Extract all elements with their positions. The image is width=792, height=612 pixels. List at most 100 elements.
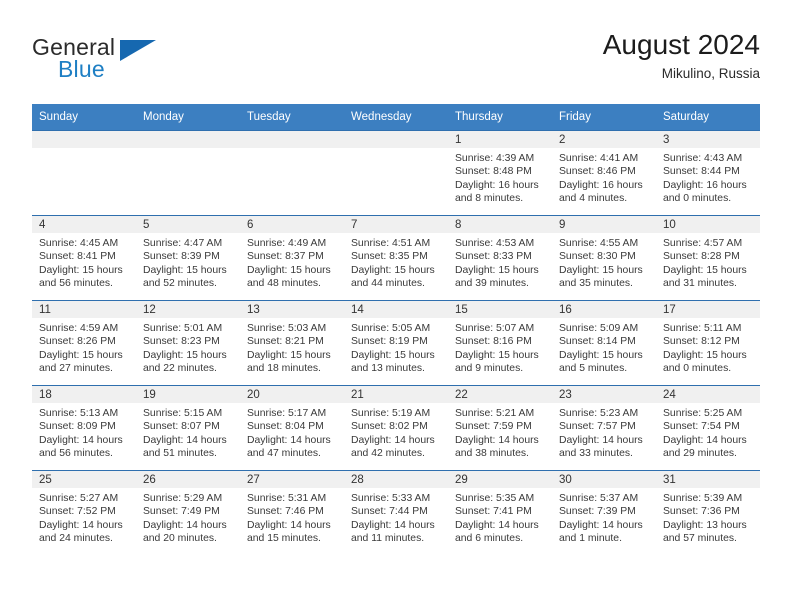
daylight-duration-line1: Daylight: 14 hours <box>455 434 539 446</box>
sunset-time: Sunset: 8:16 PM <box>455 336 532 348</box>
sunrise-time: Sunrise: 5:21 AM <box>455 408 535 419</box>
calendar-day-cell[interactable]: 1 Sunrise: 4:39 AM Sunset: 8:48 PM Daylight… <box>448 130 552 216</box>
calendar-day-cell[interactable]: 2 Sunrise: 4:41 AM Sunset: 8:46 PM Daylight… <box>552 130 656 216</box>
calendar-day-cell[interactable]: 17 Sunrise: 5:11 AM Sunset: 8:12 PM Dayligh… <box>656 300 760 386</box>
daylight-duration-line2: and 42 minutes. <box>351 448 425 460</box>
calendar-day-cell[interactable]: 25 Sunrise: 5:27 AM Sunset: 7:52 PM Dayligh… <box>32 470 136 555</box>
daylight-duration-line1: Daylight: 14 hours <box>39 519 123 531</box>
calendar-day-cell[interactable]: 18 Sunrise: 5:13 AM Sunset: 8:09 PM Dayligh… <box>32 385 136 471</box>
day-number: 2 <box>552 131 656 148</box>
calendar-day-cell[interactable]: 28 Sunrise: 5:33 AM Sunset: 7:44 PM Dayligh… <box>344 470 448 555</box>
calendar-day-cell[interactable]: 31 Sunrise: 5:39 AM Sunset: 7:36 PM Dayligh… <box>656 470 760 555</box>
day-number: 7 <box>344 216 448 233</box>
daylight-duration-line2: and 6 minutes. <box>455 533 524 545</box>
day-details: Sunrise: 5:13 AM Sunset: 8:09 PM Daylight:… <box>32 403 136 461</box>
sunrise-time: Sunrise: 5:35 AM <box>455 493 535 504</box>
calendar-day-cell[interactable]: 14 Sunrise: 5:05 AM Sunset: 8:19 PM Dayligh… <box>344 300 448 386</box>
sunset-time: Sunset: 7:57 PM <box>559 421 636 433</box>
calendar-day-cell[interactable]: 11 Sunrise: 4:59 AM Sunset: 8:26 PM Dayligh… <box>32 300 136 386</box>
daylight-duration-line1: Daylight: 15 hours <box>559 264 643 276</box>
page-subtitle: Mikulino, Russia <box>661 66 760 81</box>
daylight-duration-line1: Daylight: 14 hours <box>247 434 331 446</box>
calendar-day-cell[interactable]: 7 Sunrise: 4:51 AM Sunset: 8:35 PM Daylight… <box>344 215 448 301</box>
calendar-day-cell[interactable]: 16 Sunrise: 5:09 AM Sunset: 8:14 PM Dayligh… <box>552 300 656 386</box>
calendar-day-cell[interactable]: 8 Sunrise: 4:53 AM Sunset: 8:33 PM Daylight… <box>448 215 552 301</box>
weekday-header-friday: Friday <box>552 104 656 131</box>
day-details: Sunrise: 4:49 AM Sunset: 8:37 PM Daylight:… <box>240 233 344 291</box>
sunrise-time: Sunrise: 4:47 AM <box>143 238 223 249</box>
sunrise-time: Sunrise: 5:15 AM <box>143 408 223 419</box>
weekday-header-tuesday: Tuesday <box>240 104 344 131</box>
calendar-day-cell[interactable]: 10 Sunrise: 4:57 AM Sunset: 8:28 PM Dayligh… <box>656 215 760 301</box>
calendar-day-cell[interactable]: 15 Sunrise: 5:07 AM Sunset: 8:16 PM Dayligh… <box>448 300 552 386</box>
calendar-day-cell[interactable]: 29 Sunrise: 5:35 AM Sunset: 7:41 PM Dayligh… <box>448 470 552 555</box>
calendar-day-cell[interactable]: 6 Sunrise: 4:49 AM Sunset: 8:37 PM Daylight… <box>240 215 344 301</box>
sunset-time: Sunset: 8:35 PM <box>351 251 428 263</box>
day-details: Sunrise: 5:27 AM Sunset: 7:52 PM Daylight:… <box>32 488 136 546</box>
sunset-time: Sunset: 8:07 PM <box>143 421 220 433</box>
day-number: 22 <box>448 386 552 403</box>
sunrise-time: Sunrise: 4:51 AM <box>351 238 431 249</box>
day-number: 3 <box>656 131 760 148</box>
sunrise-time: Sunrise: 4:57 AM <box>663 238 743 249</box>
calendar-table: Sunday Monday Tuesday Wednesday Thursday… <box>32 104 760 555</box>
calendar-body: 1 Sunrise: 4:39 AM Sunset: 8:48 PM Daylight… <box>32 130 760 555</box>
daylight-duration-line2: and 29 minutes. <box>663 448 737 460</box>
calendar-day-cell[interactable]: 12 Sunrise: 5:01 AM Sunset: 8:23 PM Dayligh… <box>136 300 240 386</box>
calendar-day-cell[interactable]: 20 Sunrise: 5:17 AM Sunset: 8:04 PM Dayligh… <box>240 385 344 471</box>
sunset-time: Sunset: 7:49 PM <box>143 506 220 518</box>
day-details: Sunrise: 5:17 AM Sunset: 8:04 PM Daylight:… <box>240 403 344 461</box>
daylight-duration-line1: Daylight: 15 hours <box>39 349 123 361</box>
general-blue-logo[interactable]: General Blue <box>32 34 162 86</box>
calendar-day-cell[interactable]: 26 Sunrise: 5:29 AM Sunset: 7:49 PM Dayligh… <box>136 470 240 555</box>
calendar-day-cell[interactable]: 27 Sunrise: 5:31 AM Sunset: 7:46 PM Dayligh… <box>240 470 344 555</box>
calendar-day-cell[interactable]: 21 Sunrise: 5:19 AM Sunset: 8:02 PM Dayligh… <box>344 385 448 471</box>
daylight-duration-line2: and 13 minutes. <box>351 363 425 375</box>
day-number: 12 <box>136 301 240 318</box>
sunset-time: Sunset: 8:44 PM <box>663 166 740 178</box>
triangle-logo-icon <box>120 40 156 61</box>
daylight-duration-line2: and 1 minute. <box>559 533 622 545</box>
sunset-time: Sunset: 8:21 PM <box>247 336 324 348</box>
calendar-day-cell[interactable]: 3 Sunrise: 4:43 AM Sunset: 8:44 PM Daylight… <box>656 130 760 216</box>
daylight-duration-line2: and 48 minutes. <box>247 278 321 290</box>
day-number: 4 <box>32 216 136 233</box>
weekday-header-monday: Monday <box>136 104 240 131</box>
calendar-day-cell[interactable]: 4 Sunrise: 4:45 AM Sunset: 8:41 PM Daylight… <box>32 215 136 301</box>
calendar-day-cell[interactable]: 30 Sunrise: 5:37 AM Sunset: 7:39 PM Dayligh… <box>552 470 656 555</box>
calendar-day-cell[interactable]: 23 Sunrise: 5:23 AM Sunset: 7:57 PM Dayligh… <box>552 385 656 471</box>
daylight-duration-line2: and 44 minutes. <box>351 278 425 290</box>
daylight-duration-line2: and 24 minutes. <box>39 533 113 545</box>
day-number: 14 <box>344 301 448 318</box>
day-details: Sunrise: 5:05 AM Sunset: 8:19 PM Daylight:… <box>344 318 448 376</box>
calendar-day-cell[interactable]: 19 Sunrise: 5:15 AM Sunset: 8:07 PM Dayligh… <box>136 385 240 471</box>
daylight-duration-line1: Daylight: 15 hours <box>663 264 747 276</box>
daylight-duration-line2: and 0 minutes. <box>663 193 732 205</box>
calendar-day-cell[interactable]: 22 Sunrise: 5:21 AM Sunset: 7:59 PM Dayligh… <box>448 385 552 471</box>
calendar-day-cell-empty <box>240 130 344 216</box>
daylight-duration-line1: Daylight: 16 hours <box>559 179 643 191</box>
day-details: Sunrise: 5:25 AM Sunset: 7:54 PM Daylight:… <box>656 403 760 461</box>
daylight-duration-line1: Daylight: 15 hours <box>455 349 539 361</box>
calendar-day-cell[interactable]: 13 Sunrise: 5:03 AM Sunset: 8:21 PM Dayligh… <box>240 300 344 386</box>
calendar-day-cell[interactable]: 9 Sunrise: 4:55 AM Sunset: 8:30 PM Daylight… <box>552 215 656 301</box>
sunset-time: Sunset: 8:28 PM <box>663 251 740 263</box>
sunset-time: Sunset: 7:44 PM <box>351 506 428 518</box>
calendar-day-cell-empty <box>136 130 240 216</box>
sunset-time: Sunset: 8:26 PM <box>39 336 116 348</box>
sunrise-time: Sunrise: 4:39 AM <box>455 153 535 164</box>
daylight-duration-line1: Daylight: 15 hours <box>247 349 331 361</box>
daylight-duration-line1: Daylight: 15 hours <box>143 349 227 361</box>
day-number <box>32 131 136 148</box>
day-number <box>136 131 240 148</box>
day-number: 25 <box>32 471 136 488</box>
daylight-duration-line2: and 8 minutes. <box>455 193 524 205</box>
calendar-day-cell[interactable]: 24 Sunrise: 5:25 AM Sunset: 7:54 PM Dayligh… <box>656 385 760 471</box>
page-title: August 2024 <box>602 29 760 60</box>
day-details: Sunrise: 4:57 AM Sunset: 8:28 PM Daylight:… <box>656 233 760 291</box>
daylight-duration-line2: and 18 minutes. <box>247 363 321 375</box>
day-details: Sunrise: 5:33 AM Sunset: 7:44 PM Daylight:… <box>344 488 448 546</box>
day-details: Sunrise: 5:11 AM Sunset: 8:12 PM Daylight:… <box>656 318 760 376</box>
daylight-duration-line1: Daylight: 15 hours <box>351 349 435 361</box>
calendar-day-cell[interactable]: 5 Sunrise: 4:47 AM Sunset: 8:39 PM Daylight… <box>136 215 240 301</box>
